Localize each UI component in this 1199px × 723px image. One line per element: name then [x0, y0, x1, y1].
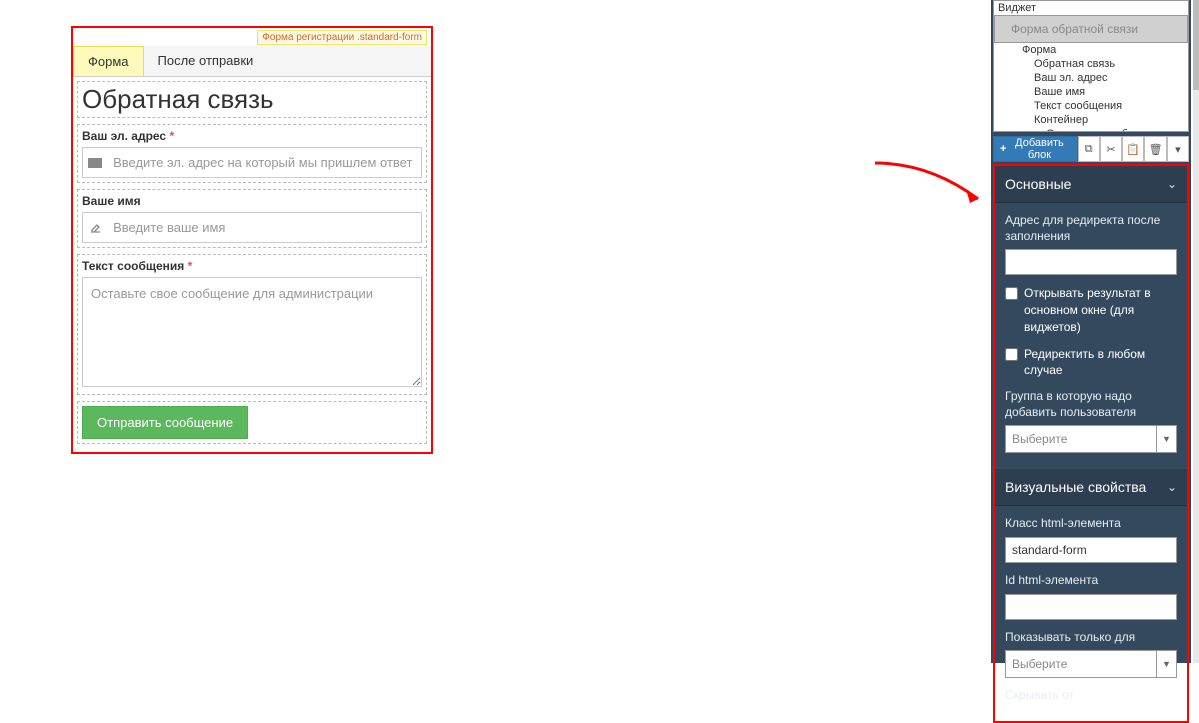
class-input[interactable] [1005, 537, 1177, 563]
add-block-label: Добавить блок [1008, 137, 1070, 161]
field-name[interactable]: Ваше имя [77, 189, 427, 248]
message-textarea[interactable] [82, 277, 422, 387]
more-button[interactable]: ▾ [1167, 136, 1189, 162]
redirect-any-checkbox-row[interactable]: Редиректить в любом случае [1005, 346, 1177, 380]
id-label: Id html-элемента [1005, 573, 1177, 589]
chevron-down-icon: ⌄ [1167, 177, 1177, 191]
add-block-button[interactable]: +Добавить блок [993, 136, 1078, 162]
pointer-arrow [870, 155, 990, 215]
submit-button[interactable]: Отправить сообщение [82, 406, 248, 439]
redirect-any-checkbox[interactable] [1005, 348, 1018, 361]
delete-button[interactable]: 🗑 [1144, 136, 1166, 162]
required-asterisk: * [169, 129, 174, 143]
scrollbar-thumb[interactable] [1193, 0, 1199, 90]
label-name: Ваше имя [82, 194, 422, 208]
show-only-label: Показывать только для [1005, 630, 1177, 646]
form-title[interactable]: Обратная связь [77, 81, 427, 118]
open-main-checkbox[interactable] [1005, 287, 1018, 300]
redirect-label: Адрес для редиректа после заполнения [1005, 213, 1177, 244]
redirect-input[interactable] [1005, 249, 1177, 275]
page-scrollbar[interactable] [1193, 0, 1199, 663]
edit-icon [83, 221, 107, 234]
form-tabs: Форма После отправки [73, 46, 431, 77]
chevron-down-icon: ⌄ [1167, 480, 1177, 494]
copy-icon: ⧉ [1085, 143, 1093, 156]
field-message[interactable]: Текст сообщения * [77, 254, 427, 395]
chevron-down-icon[interactable]: ▼ [1157, 650, 1177, 678]
section-main-header[interactable]: Основные ⌄ [995, 166, 1187, 203]
open-main-checkbox-row[interactable]: Открывать результат в основном окне (для… [1005, 285, 1177, 335]
block-toolbar: +Добавить блок ⧉ ✂ 📋 🗑 ▾ [993, 136, 1189, 162]
tree-item[interactable]: Обратная связь [994, 57, 1188, 71]
tab-form[interactable]: Форма [73, 46, 144, 76]
sidebar: Виджет Форма обратной связиФормаОбратная… [991, 0, 1191, 663]
group-select[interactable]: Выберите [1005, 425, 1157, 453]
section-main-title: Основные [1005, 176, 1071, 192]
copy-button[interactable]: ⧉ [1078, 136, 1100, 162]
hide-from-label: Скрывать от [1005, 688, 1177, 704]
plus-icon: + [1000, 143, 1006, 155]
paste-button[interactable]: 📋 [1122, 136, 1144, 162]
redirect-any-label: Редиректить в любом случае [1024, 346, 1177, 380]
group-label: Группа в которую надо добавить пользоват… [1005, 389, 1177, 420]
input-wrapper-name [82, 212, 422, 243]
tree-item[interactable]: Ваш эл. адрес [994, 71, 1188, 85]
section-visual-title: Визуальные свойства [1005, 479, 1146, 495]
cut-button[interactable]: ✂ [1100, 136, 1122, 162]
required-asterisk: * [188, 259, 193, 273]
properties-panel: Основные ⌄ Адрес для редиректа после зап… [993, 164, 1189, 723]
email-input[interactable] [107, 148, 421, 177]
field-email[interactable]: Ваш эл. адрес * [77, 124, 427, 183]
tree-item[interactable]: Форма обратной связи [994, 15, 1188, 43]
section-main-body: Адрес для редиректа после заполнения Отк… [995, 203, 1187, 469]
show-only-select-wrap: Выберите ▼ [1005, 650, 1177, 678]
chevron-down-icon[interactable]: ▼ [1157, 425, 1177, 453]
tree-item[interactable]: Текст сообщения [994, 99, 1188, 113]
envelope-icon [83, 158, 107, 168]
section-visual-body: Класс html-элемента Id html-элемента Пок… [995, 506, 1187, 714]
block-tree[interactable]: Виджет Форма обратной связиФормаОбратная… [993, 0, 1189, 132]
label-message-text: Текст сообщения [82, 259, 184, 273]
form-body: Обратная связь Ваш эл. адрес * Ваше имя [73, 77, 431, 452]
tree-item[interactable]: Ваше имя [994, 85, 1188, 99]
id-input[interactable] [1005, 594, 1177, 620]
group-select-wrap: Выберите ▼ [1005, 425, 1177, 453]
section-visual-header[interactable]: Визуальные свойства ⌄ [995, 469, 1187, 506]
label-message: Текст сообщения * [82, 259, 422, 273]
tree-item[interactable]: Форма [994, 43, 1188, 57]
paste-icon: 📋 [1126, 143, 1140, 156]
name-input[interactable] [107, 213, 421, 242]
label-email: Ваш эл. адрес * [82, 129, 422, 143]
tree-item[interactable]: Отправить сообщение [994, 127, 1188, 132]
input-wrapper-email [82, 147, 422, 178]
open-main-label: Открывать результат в основном окне (для… [1024, 285, 1177, 335]
class-label: Класс html-элемента [1005, 516, 1177, 532]
tab-after-submit[interactable]: После отправки [144, 46, 268, 76]
scissors-icon: ✂ [1106, 143, 1115, 156]
show-only-select[interactable]: Выберите [1005, 650, 1157, 678]
trash-icon: 🗑 [1149, 143, 1163, 156]
tree-item[interactable]: Контейнер [994, 113, 1188, 127]
canvas-badge: Форма регистрации .standard-form [257, 30, 427, 45]
form-canvas: Форма регистрации .standard-form Форма П… [71, 26, 433, 454]
label-email-text: Ваш эл. адрес [82, 129, 166, 143]
tree-root[interactable]: Виджет [994, 1, 1188, 15]
submit-container[interactable]: Отправить сообщение [77, 401, 427, 444]
chevron-down-icon: ▾ [1175, 143, 1181, 156]
